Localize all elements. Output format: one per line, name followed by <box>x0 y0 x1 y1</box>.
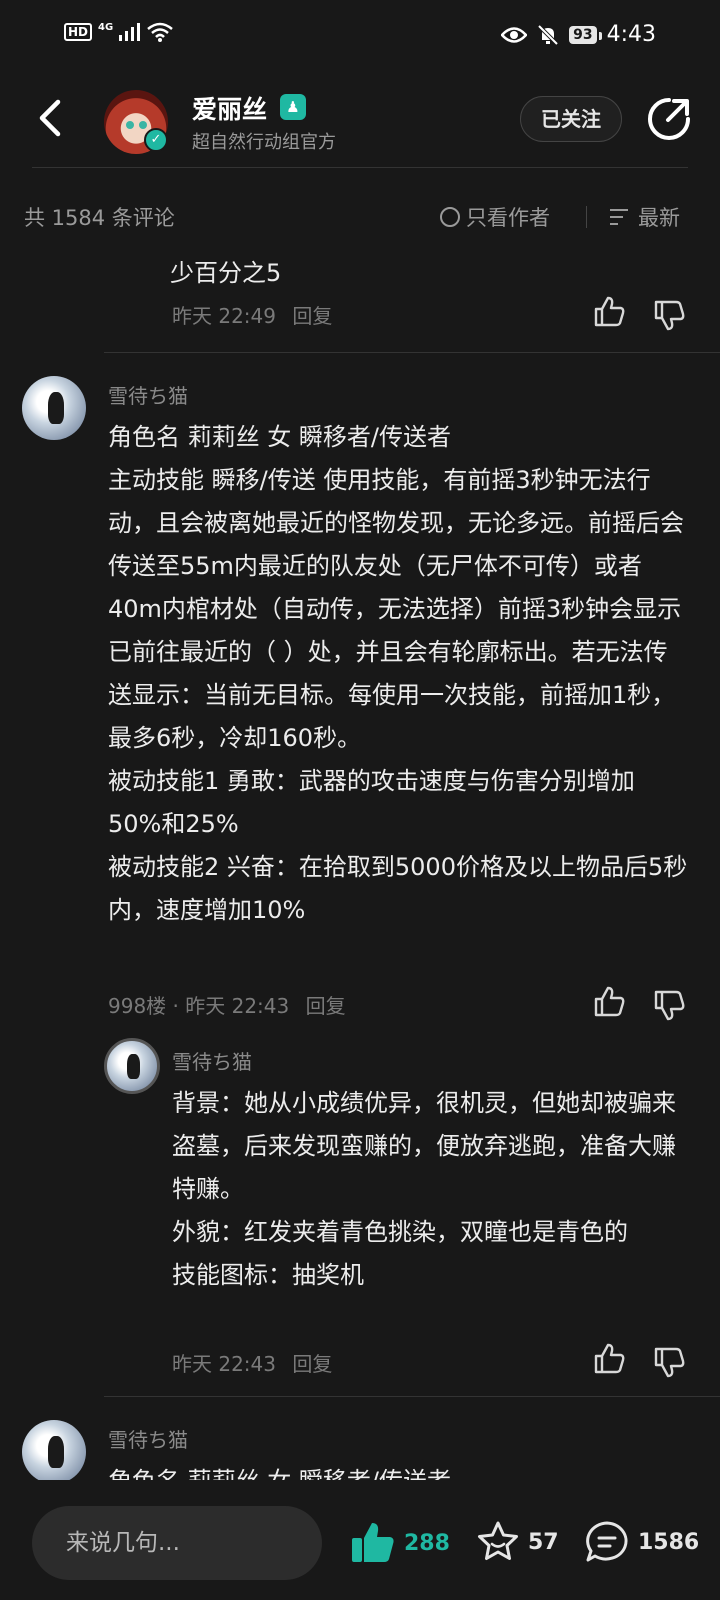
comment-count: 共 1584 条评论 <box>24 206 175 230</box>
comment-text: 少百分之5 <box>170 259 282 287</box>
eye-icon <box>501 26 528 43</box>
avatar-eye <box>126 121 134 129</box>
comment-floor-time: 998楼 · 昨天 22:43 <box>108 994 290 1018</box>
like-count: 288 <box>404 1530 450 1556</box>
like-button[interactable]: 288 <box>350 1520 450 1566</box>
radio-circle-icon <box>440 207 460 227</box>
comment-text: 角色名 莉莉丝 女 瞬移者/传送者 主动技能 瞬移/传送 使用技能，有前摇3秒钟… <box>108 423 688 924</box>
comment-divider <box>104 1396 720 1397</box>
author-name[interactable]: 爱丽丝 <box>192 90 267 126</box>
sort-button[interactable]: 最新 <box>610 202 680 232</box>
wifi-icon <box>147 22 173 42</box>
hd-icon: HD <box>64 23 93 41</box>
like-icon[interactable] <box>592 295 626 329</box>
reply-button[interactable]: 回复 <box>292 304 332 328</box>
mute-bell-icon <box>537 24 559 45</box>
comment-time: 昨天 22:49 <box>172 304 276 328</box>
user-avatar[interactable] <box>22 1420 86 1484</box>
avatar-eye <box>139 121 147 129</box>
like-icon[interactable] <box>592 1342 626 1376</box>
share-icon[interactable] <box>646 96 692 142</box>
header: ✓ 爱丽丝 ♟ 超自然行动组官方 已关注 <box>0 72 720 168</box>
author-subtitle: 超自然行动组官方 <box>192 132 336 153</box>
filter-separator <box>586 206 587 228</box>
network-type: 4G <box>98 21 114 33</box>
username[interactable]: 雪待ち猫 <box>172 1046 252 1075</box>
status-bar: HD 4G 93 4:43 <box>0 0 720 72</box>
comment-bubble-icon <box>586 1521 628 1562</box>
star-icon <box>478 1521 518 1560</box>
reply-button[interactable]: 回复 <box>306 994 346 1018</box>
header-divider <box>32 167 688 168</box>
username[interactable]: 雪待ち猫 <box>108 380 188 409</box>
dislike-icon[interactable] <box>652 1345 686 1379</box>
like-icon[interactable] <box>592 985 626 1019</box>
favorite-count: 57 <box>528 1529 559 1555</box>
clock: 4:43 <box>606 22 656 47</box>
comment-meta: 昨天 22:49 回复 <box>172 300 332 329</box>
signal-icon <box>119 23 141 41</box>
dislike-icon[interactable] <box>652 988 686 1022</box>
comment-meta: 昨天 22:43 回复 <box>172 1348 332 1377</box>
comment-text: 背景：她从小成绩优异，很机灵，但她却被骗来盗墓，后来发现蛮赚的，便放弃逃跑，准备… <box>172 1089 676 1289</box>
sort-label: 最新 <box>638 206 680 230</box>
dislike-icon[interactable] <box>652 298 686 332</box>
comment-time: 昨天 22:43 <box>172 1352 276 1376</box>
cat-image <box>127 1053 140 1079</box>
sort-icon <box>610 207 632 227</box>
user-avatar[interactable] <box>104 1038 160 1094</box>
like-filled-icon <box>352 1523 394 1562</box>
comment-input[interactable]: 来说几句... <box>32 1506 322 1580</box>
user-avatar[interactable] <box>22 376 86 440</box>
username[interactable]: 雪待ち猫 <box>108 1424 188 1453</box>
verified-icon: ✓ <box>144 128 168 152</box>
follow-button[interactable]: 已关注 <box>520 96 622 142</box>
only-author-label: 只看作者 <box>466 206 550 230</box>
official-author-icon: ♟ <box>280 94 306 120</box>
filter-bar: 共 1584 条评论 只看作者 最新 <box>0 196 720 236</box>
reply-button[interactable]: 回复 <box>292 1352 332 1376</box>
comments-button[interactable]: 1586 <box>584 1520 699 1564</box>
battery-indicator: 93 <box>569 25 603 44</box>
status-left: HD 4G <box>64 22 173 42</box>
only-author-toggle[interactable]: 只看作者 <box>440 202 550 232</box>
cat-image <box>47 392 65 424</box>
comment-meta: 998楼 · 昨天 22:43 回复 <box>108 990 346 1019</box>
bottom-bar: 来说几句... 288 57 1586 <box>0 1480 720 1600</box>
cat-image <box>47 1436 65 1468</box>
favorite-button[interactable]: 57 <box>476 1520 559 1564</box>
back-button[interactable] <box>30 94 74 142</box>
comment-total-count: 1586 <box>638 1529 700 1555</box>
status-right: 93 4:43 <box>501 22 656 47</box>
comment-divider <box>104 352 720 353</box>
